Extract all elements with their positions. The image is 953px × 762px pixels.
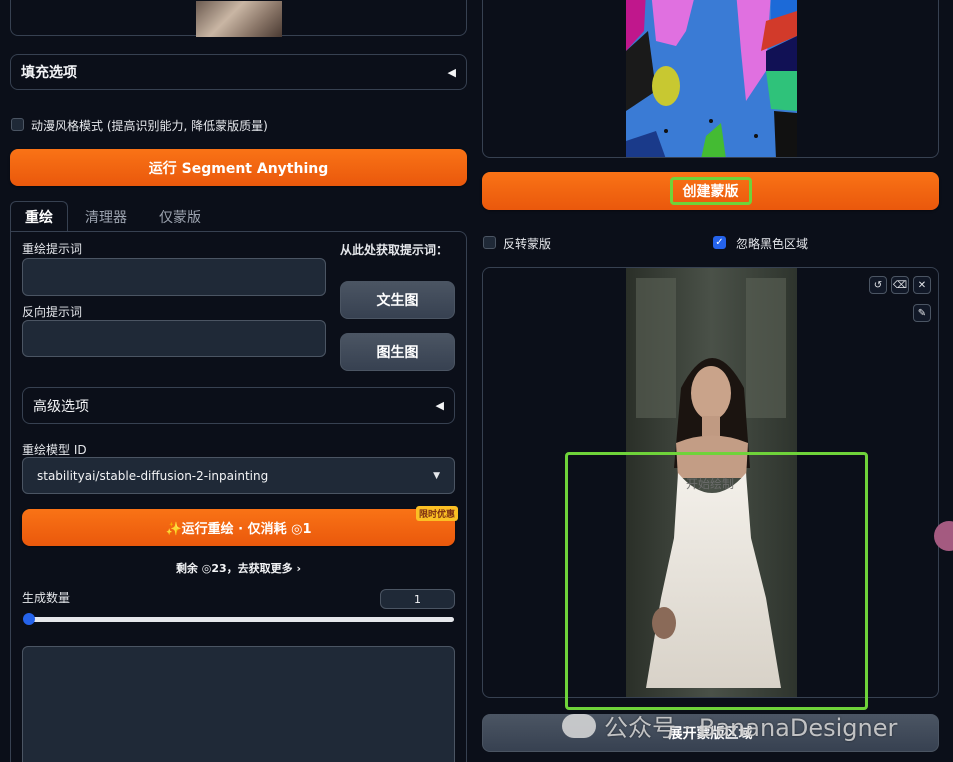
- fill-options-label: 填充选项: [21, 65, 77, 81]
- remaining-credits-link[interactable]: 剩余 ◎23，去获取更多 ›: [0, 560, 477, 576]
- create-mask-button[interactable]: 创建蒙版: [482, 172, 939, 210]
- ignore-black-checkbox[interactable]: ✓: [713, 236, 726, 249]
- watermark: 公众号 · BananaDesigner: [562, 708, 897, 743]
- inpaint-prompt-label: 重绘提示词: [22, 242, 83, 256]
- create-mask-label: 创建蒙版: [669, 177, 752, 205]
- invert-mask-checkbox[interactable]: [483, 236, 496, 249]
- ignore-black-label: 忽略黑色区域: [736, 237, 809, 251]
- chevron-down-icon: ▼: [433, 470, 440, 481]
- tab-mask-only[interactable]: 仅蒙版: [159, 207, 201, 227]
- segmentation-mask-image: [626, 0, 797, 157]
- output-gallery: [22, 646, 455, 762]
- get-prompt-from-label: 从此处获取提示词：: [340, 243, 449, 257]
- run-segment-anything-button[interactable]: 运行 Segment Anything: [10, 149, 467, 186]
- run-inpaint-label: ✨运行重绘 · 仅消耗 ◎1: [165, 522, 312, 537]
- gen-count-slider-track[interactable]: [28, 617, 454, 622]
- anime-mode-checkbox[interactable]: [11, 118, 24, 131]
- gen-count-slider-thumb[interactable]: [23, 613, 35, 625]
- source-image-thumbnail: [196, 1, 282, 37]
- brush-icon[interactable]: ✎: [913, 304, 931, 322]
- inpaint-prompt-input[interactable]: [22, 258, 326, 296]
- tab-inpaint[interactable]: 重绘: [10, 201, 68, 232]
- source-image-panel: [10, 0, 467, 37]
- wechat-icon: [562, 713, 596, 738]
- advanced-options-label: 高级选项: [33, 398, 89, 415]
- model-id-label: 重绘模型 ID: [22, 443, 87, 457]
- caret-left-icon: ◀: [435, 399, 444, 412]
- img2img-button[interactable]: 图生图: [340, 333, 455, 371]
- run-inpaint-button[interactable]: ✨运行重绘 · 仅消耗 ◎1: [22, 509, 455, 546]
- invert-mask-label: 反转蒙版: [503, 237, 552, 251]
- mask-preview-panel: [482, 0, 939, 158]
- limited-offer-badge: 限时优惠: [416, 506, 459, 521]
- txt2img-button[interactable]: 文生图: [340, 281, 455, 319]
- anime-mode-label: 动漫风格模式 (提高识别能力, 降低蒙版质量): [31, 119, 268, 133]
- tab-cleaner[interactable]: 清理器: [85, 207, 127, 227]
- close-icon[interactable]: ✕: [913, 276, 931, 294]
- negative-prompt-label: 反向提示词: [22, 305, 83, 319]
- gen-count-input[interactable]: 1: [380, 589, 455, 609]
- watermark-text: 公众号 · BananaDesigner: [604, 714, 898, 742]
- caret-left-icon: ◀: [447, 65, 456, 79]
- undo-icon[interactable]: ↺: [869, 276, 887, 294]
- model-id-value: stabilityai/stable-diffusion-2-inpaintin…: [37, 468, 269, 483]
- gen-count-value: 1: [414, 592, 421, 606]
- model-id-select[interactable]: stabilityai/stable-diffusion-2-inpaintin…: [22, 457, 455, 494]
- fill-options-accordion[interactable]: 填充选项 ◀: [10, 54, 467, 90]
- negative-prompt-input[interactable]: [22, 320, 326, 357]
- gen-count-label: 生成数量: [22, 591, 71, 605]
- drawing-highlight-box: [565, 452, 868, 710]
- advanced-options-accordion[interactable]: 高级选项 ◀: [22, 387, 455, 424]
- eraser-icon[interactable]: ⌫: [891, 276, 909, 294]
